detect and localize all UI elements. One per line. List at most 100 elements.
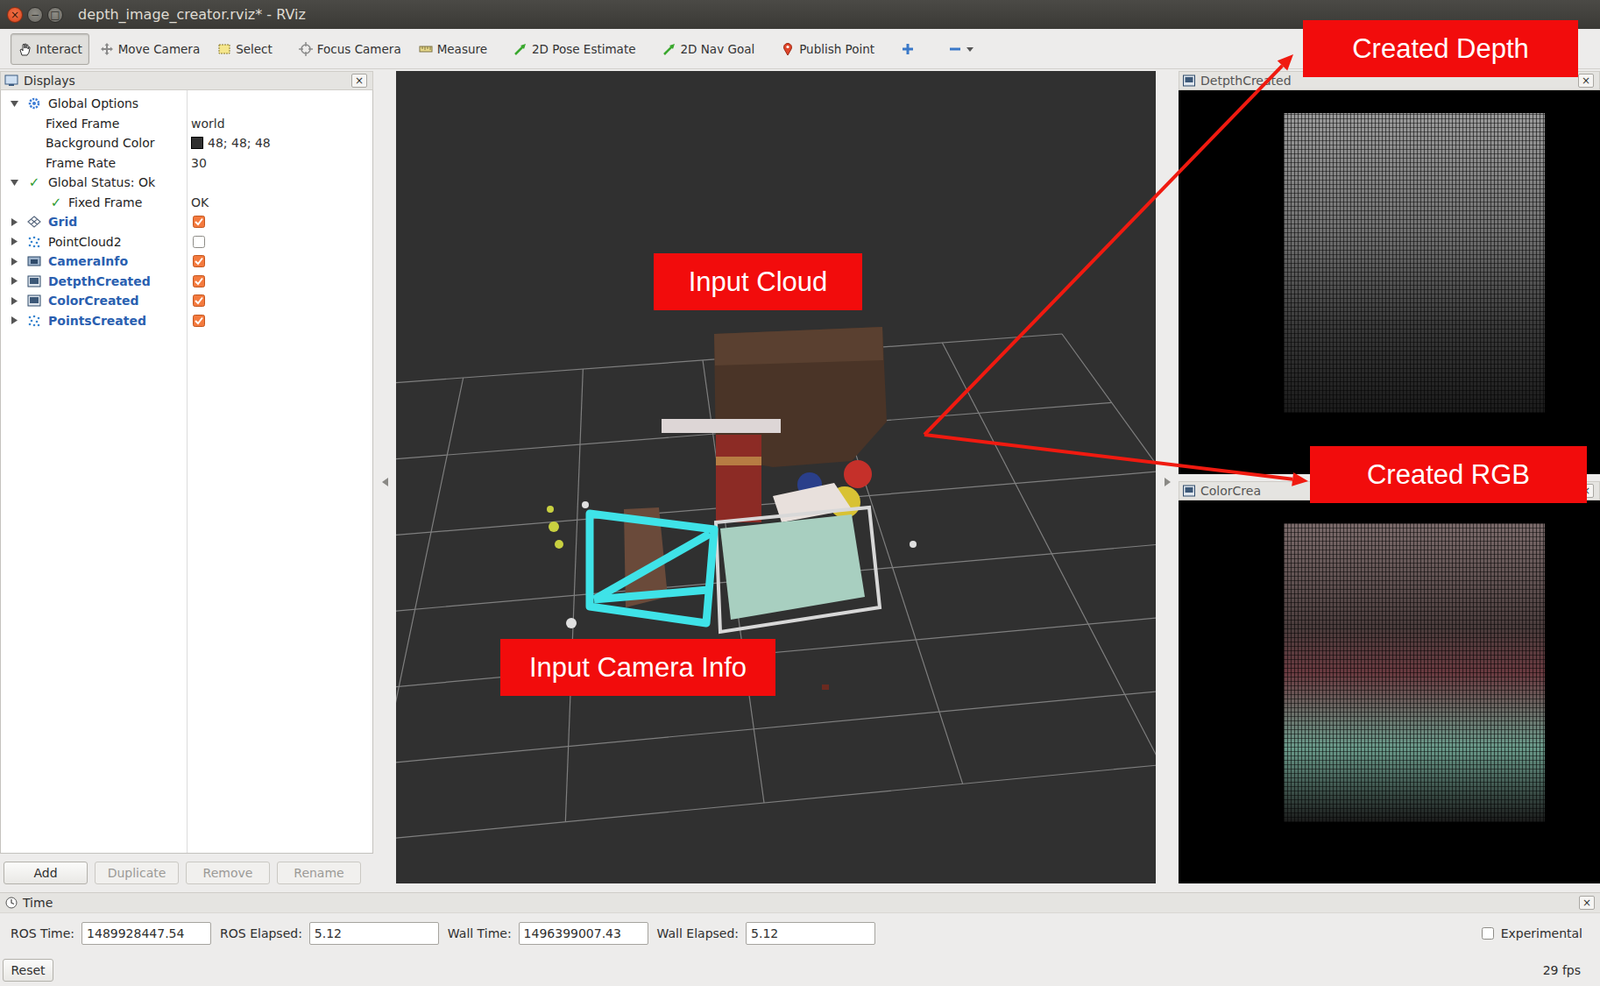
expander[interactable] (6, 311, 22, 330)
time-fields: ROS Time:1489928447.54ROS Elapsed:5.12Wa… (0, 913, 1600, 954)
displays-header: Displays × (0, 70, 374, 91)
annotation-label: Input Cloud (653, 253, 863, 311)
expander[interactable] (6, 212, 22, 231)
depth-image (1178, 90, 1600, 475)
clock-icon (5, 896, 18, 909)
collapse-right-icon (1164, 477, 1171, 487)
splitter[interactable] (373, 70, 397, 893)
field-label: ROS Time: (10, 926, 75, 941)
close-button[interactable]: × (1578, 895, 1595, 910)
display-row[interactable]: Grid (0, 212, 373, 233)
displays-title: Displays (23, 73, 76, 88)
expander[interactable] (6, 252, 22, 270)
3d-view[interactable] (396, 70, 1156, 884)
field-label: ROS Elapsed: (219, 926, 303, 941)
expand-arrow-icon (10, 276, 19, 285)
tree-row[interactable]: ✓ Global Status: Ok (0, 172, 373, 193)
tree-row[interactable]: Global Options (0, 93, 373, 114)
remove-tool-button[interactable] (941, 33, 981, 65)
camera-icon (27, 254, 42, 269)
image-icon (27, 274, 42, 289)
display-row[interactable]: CameraInfo (0, 251, 373, 272)
depth-image-panel: DetpthCreated × (1178, 70, 1600, 475)
duplicate-button: Duplicate (94, 861, 179, 885)
splitter[interactable] (1155, 70, 1179, 893)
publish-point-tool[interactable]: Publish Point (773, 33, 882, 65)
fps-counter: 29 fps (1543, 962, 1581, 977)
add-button[interactable]: Add (3, 861, 88, 885)
checkbox[interactable] (192, 215, 206, 228)
checkbox[interactable] (1481, 927, 1494, 940)
image-display-icon (1182, 74, 1196, 87)
measure-tool[interactable]: Measure (411, 33, 495, 65)
color-swatch[interactable] (191, 136, 204, 149)
property-row[interactable]: Fixed Frame world (0, 113, 373, 135)
tool-label: 2D Pose Estimate (531, 42, 636, 57)
expander[interactable] (6, 272, 22, 291)
checkbox[interactable] (192, 314, 206, 327)
rename-button: Rename (276, 861, 362, 885)
checkbox[interactable] (192, 235, 206, 248)
tool-label: Move Camera (118, 42, 200, 57)
property-row[interactable]: Background Color48; 48; 48 (0, 133, 373, 154)
status-check-icon: ✓ (27, 174, 42, 191)
property-value[interactable]: world (191, 116, 226, 131)
focus-camera-tool[interactable]: Focus Camera (291, 33, 409, 65)
minimize-button[interactable]: − (27, 7, 43, 23)
expander[interactable] (6, 94, 22, 113)
display-row[interactable]: DetpthCreated (0, 271, 373, 292)
tool-label: Measure (437, 42, 488, 57)
tool-label: Select (235, 42, 273, 57)
expand-arrow-icon (10, 297, 19, 305)
experimental-checkbox[interactable]: Experimental (1481, 926, 1583, 941)
ros-elapsed-field[interactable]: 5.12 (309, 921, 439, 945)
checkbox[interactable] (192, 275, 206, 288)
select-tool[interactable]: Select (210, 33, 280, 65)
display-row[interactable]: PointsCreated (0, 311, 373, 332)
nav-goal-icon (662, 42, 677, 57)
nav-goal-tool[interactable]: 2D Nav Goal (655, 33, 763, 65)
status-label: Global Status: Ok (48, 175, 156, 190)
pose-estimate-tool[interactable]: 2D Pose Estimate (506, 33, 643, 65)
checkbox[interactable] (192, 294, 206, 307)
expander[interactable] (6, 291, 22, 310)
color-image (1178, 500, 1600, 885)
wall-elapsed-field[interactable]: 5.12 (745, 921, 876, 945)
expander[interactable] (6, 173, 22, 192)
status-label: Fixed Frame (68, 195, 142, 210)
close-button[interactable]: × (7, 7, 23, 23)
minus-icon (948, 42, 963, 57)
property-row[interactable]: Frame Rate 30 (0, 153, 373, 174)
window-title: depth_image_creator.rviz* - RViz (77, 6, 306, 23)
expand-arrow-icon (10, 257, 19, 266)
collapse-arrow-icon (10, 99, 19, 108)
expander (6, 154, 22, 172)
add-tool-button[interactable] (893, 33, 922, 65)
property-value[interactable]: 48; 48; 48 (207, 135, 271, 150)
category-label: Global Options (48, 96, 139, 111)
tree-row[interactable]: ✓ Fixed Frame OK (0, 192, 373, 213)
status-check-icon: ✓ (49, 194, 64, 211)
expander[interactable] (6, 233, 22, 251)
expand-arrow-icon (10, 237, 19, 246)
property-value[interactable]: 30 (191, 155, 207, 170)
plus-icon (900, 42, 915, 57)
move-camera-tool[interactable]: Move Camera (92, 33, 207, 65)
display-row[interactable]: PointCloud2 (0, 232, 373, 253)
focus-camera-icon (298, 42, 313, 57)
interact-tool[interactable]: Interact (10, 33, 90, 65)
close-button[interactable]: × (351, 73, 368, 88)
display-row[interactable]: ColorCreated (0, 290, 373, 312)
ros-time-field[interactable]: 1489928447.54 (81, 921, 212, 945)
property-label: Fixed Frame (45, 116, 120, 131)
image-icon (27, 293, 42, 308)
maximize-button[interactable]: □ (47, 7, 64, 23)
color-image-panel: ColorCrea× (1178, 481, 1600, 885)
property-value[interactable]: OK (191, 195, 209, 210)
close-button[interactable]: × (1578, 73, 1594, 88)
wall-time-field[interactable]: 1496399007.43 (518, 921, 649, 945)
panel-title: DetpthCreated (1200, 73, 1292, 88)
reset-button[interactable]: Reset (2, 958, 54, 982)
property-label: Frame Rate (45, 155, 116, 170)
checkbox[interactable] (192, 254, 206, 268)
